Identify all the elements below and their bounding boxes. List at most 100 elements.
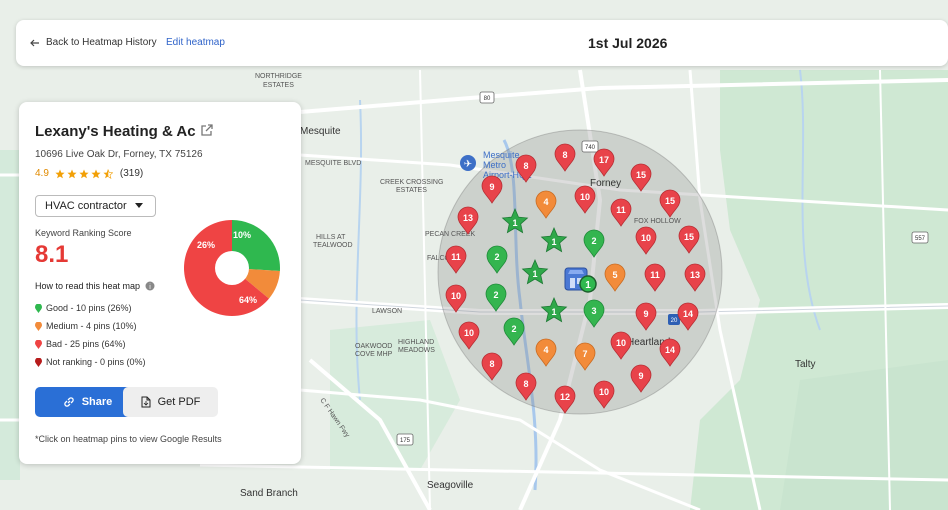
map-label: Talty xyxy=(795,359,816,370)
top-bar: Back to Heatmap History Edit heatmap 1st… xyxy=(16,20,948,66)
rank-pin-label: 15 xyxy=(684,232,694,242)
back-label: Back to Heatmap History xyxy=(46,37,157,48)
external-link-icon[interactable] xyxy=(200,123,214,142)
map-label: Mesquite xyxy=(300,126,341,137)
rating-value: 4.9 xyxy=(35,168,49,179)
legend-text: Not ranking - 0 pins (0%) xyxy=(46,357,146,367)
center-rank-badge[interactable]: 1 xyxy=(579,275,597,293)
legend-text: Good - 10 pins (26%) xyxy=(46,303,132,313)
donut-hole xyxy=(215,251,249,285)
donut-slice-label: 26% xyxy=(197,240,215,250)
get-pdf-button[interactable]: Get PDF xyxy=(123,387,218,417)
category-label: HVAC contractor xyxy=(45,200,127,212)
category-dropdown[interactable]: HVAC contractor xyxy=(35,195,156,217)
rank-pin-label: 2 xyxy=(493,290,498,300)
rank-pin-label: 15 xyxy=(636,170,646,180)
business-name: Lexany's Heating & Ac xyxy=(35,123,196,140)
rank-pin-label: 17 xyxy=(599,155,609,165)
pin-icon xyxy=(35,303,42,313)
howto-title-text: How to read this heat map xyxy=(35,281,141,291)
rank-pin-label: 9 xyxy=(638,371,643,381)
pdf-file-icon xyxy=(141,396,151,408)
info-icon[interactable]: i xyxy=(145,281,155,291)
rating-row: 4.9 (319) xyxy=(35,168,143,179)
rank-pin-label: 15 xyxy=(665,196,675,206)
map-label: TEALWOOD xyxy=(313,242,353,249)
rank-pin-label: 10 xyxy=(451,291,461,301)
svg-text:1: 1 xyxy=(585,280,591,291)
rank-pin-label: 2 xyxy=(591,236,596,246)
map-green-area xyxy=(0,150,20,480)
route-shield-label: 20 xyxy=(671,318,678,324)
top-rank-star-label: 1 xyxy=(532,269,537,279)
map-label: ESTATES xyxy=(396,187,427,194)
rank-pin-label: 10 xyxy=(616,338,626,348)
legend-text: Bad - 25 pins (64%) xyxy=(46,339,126,349)
top-rank-star-label: 1 xyxy=(551,307,556,317)
route-shield-label: 175 xyxy=(400,438,411,444)
map-label: Sand Branch xyxy=(240,488,298,499)
rank-pin-label: 8 xyxy=(523,161,528,171)
map-label: LAWSON xyxy=(372,308,402,315)
star-icon xyxy=(67,169,77,178)
top-rank-star-label: 1 xyxy=(512,218,517,228)
rank-pin-label: 10 xyxy=(641,233,651,243)
rank-pin-label: 10 xyxy=(599,387,609,397)
rating-stars xyxy=(55,168,115,179)
star-icon xyxy=(79,169,89,178)
map-green-area xyxy=(780,360,948,510)
rank-pin-label: 8 xyxy=(489,359,494,369)
business-info-card: Lexany's Heating & Ac 10696 Live Oak Dr,… xyxy=(19,102,301,464)
map-label: HILLS AT xyxy=(316,234,346,241)
legend-item-good: Good - 10 pins (26%) xyxy=(35,299,146,317)
map-label: HIGHLAND xyxy=(398,339,434,346)
legend-item-bad: Bad - 25 pins (64%) xyxy=(35,335,146,353)
map-label: ESTATES xyxy=(263,82,294,89)
review-count: (319) xyxy=(119,168,144,179)
airport-icon: ✈ xyxy=(464,159,472,170)
rank-pin-label: 2 xyxy=(511,324,516,334)
back-to-history-link[interactable]: Back to Heatmap History xyxy=(30,37,157,48)
rank-pin-label: 11 xyxy=(650,270,660,280)
half-star-icon xyxy=(103,168,113,179)
map-label: NORTHRIDGE xyxy=(255,73,302,80)
pin-icon xyxy=(35,339,42,349)
pin-icon xyxy=(35,357,42,367)
footnote: *Click on heatmap pins to view Google Re… xyxy=(35,434,222,444)
rank-pin-label: 9 xyxy=(643,309,648,319)
share-label: Share xyxy=(81,396,113,408)
route-shield-label: 557 xyxy=(915,236,926,242)
rank-pin-label: 14 xyxy=(665,345,675,355)
rank-pin-label: 7 xyxy=(582,349,587,359)
map-label: FOX HOLLOW xyxy=(634,218,681,225)
rank-pin-label: 8 xyxy=(523,379,528,389)
heatmap-date: 1st Jul 2026 xyxy=(588,35,668,51)
rank-pin-label: 14 xyxy=(683,309,693,319)
top-rank-star-label: 1 xyxy=(551,237,556,247)
legend-item-not-ranking: Not ranking - 0 pins (0%) xyxy=(35,353,146,371)
map-label: MEADOWS xyxy=(398,347,435,354)
star-icon xyxy=(55,169,65,178)
legend-text: Medium - 4 pins (10%) xyxy=(46,321,137,331)
rank-pin-label: 4 xyxy=(543,345,548,355)
rank-pin-label: 11 xyxy=(451,252,461,262)
rank-pin-label: 9 xyxy=(489,182,494,192)
legend-item-medium: Medium - 4 pins (10%) xyxy=(35,317,146,335)
caret-down-icon xyxy=(134,203,143,208)
edit-heatmap-link[interactable]: Edit heatmap xyxy=(166,37,225,48)
link-icon xyxy=(64,397,74,407)
rank-pin-label: 3 xyxy=(591,306,596,316)
route-shield-label: 740 xyxy=(585,145,596,151)
donut-slice-label: 64% xyxy=(239,295,257,305)
rank-pin-label: 10 xyxy=(464,328,474,338)
score-value: 8.1 xyxy=(35,241,69,268)
rank-pin-label: 13 xyxy=(463,213,473,223)
route-shield-label: 80 xyxy=(484,96,491,102)
donut-slice-label: 10% xyxy=(233,230,251,240)
howto-title: How to read this heat map i xyxy=(35,281,155,291)
score-donut-chart: 26% 10% 64% xyxy=(184,220,280,316)
rank-pin-label: 13 xyxy=(690,270,700,280)
map-label: MESQUITE BLVD xyxy=(305,160,361,167)
pin-icon xyxy=(35,321,42,331)
map-label: Seagoville xyxy=(427,480,474,491)
